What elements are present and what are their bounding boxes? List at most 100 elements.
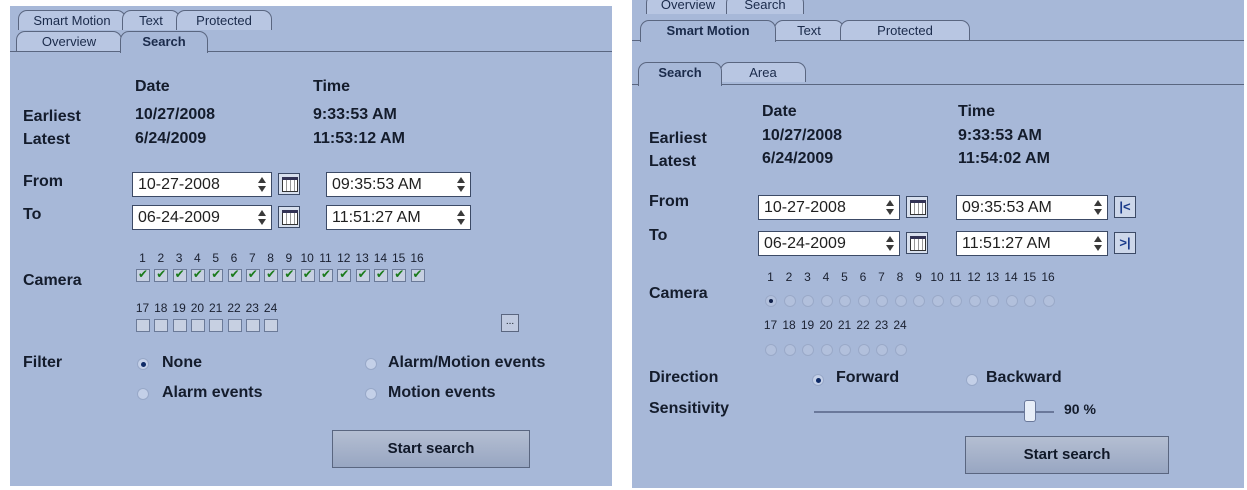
- camera-checkbox-21[interactable]: [209, 319, 224, 332]
- camera-checkbox-2[interactable]: [154, 267, 169, 282]
- filter-alarm-radio[interactable]: [137, 388, 149, 400]
- camera-radio-10[interactable]: [931, 295, 944, 307]
- to-date-field[interactable]: 06-24-2009: [132, 205, 272, 230]
- camera-radio-2[interactable]: [783, 295, 796, 307]
- camera-radio-16[interactable]: [1042, 295, 1055, 307]
- more-cameras-button[interactable]: ...: [501, 314, 519, 332]
- camera-checkbox-17[interactable]: [136, 319, 150, 332]
- spin-icon[interactable]: [257, 176, 268, 193]
- camera-radio-1[interactable]: [765, 295, 777, 307]
- camera-radio-3[interactable]: [802, 295, 814, 307]
- camera-checkbox-16[interactable]: [410, 267, 425, 282]
- tab-text[interactable]: Text: [774, 20, 844, 40]
- tab-overview[interactable]: Overview: [16, 31, 122, 51]
- spin-icon[interactable]: [1093, 235, 1104, 252]
- camera-radio-12[interactable]: [968, 295, 981, 307]
- sensitivity-slider-track[interactable]: [814, 411, 1054, 413]
- camera-radio-14[interactable]: [1005, 295, 1018, 307]
- camera-number-13: 13: [985, 270, 1000, 284]
- spin-icon[interactable]: [1093, 199, 1104, 216]
- sensitivity-slider-thumb[interactable]: [1024, 400, 1036, 422]
- camera-radio-4[interactable]: [820, 295, 833, 307]
- camera-radio-5[interactable]: [839, 295, 851, 307]
- tab-smart-motion[interactable]: Smart Motion: [18, 10, 126, 30]
- camera-radio-11[interactable]: [950, 295, 962, 307]
- camera-checkbox-6[interactable]: [227, 267, 242, 282]
- camera-radio-15[interactable]: [1024, 295, 1036, 307]
- spin-icon[interactable]: [257, 209, 268, 226]
- from-time-field[interactable]: 09:35:53 AM: [956, 195, 1108, 220]
- camera-radio-23[interactable]: [876, 344, 888, 356]
- camera-checkbox-19[interactable]: [172, 319, 187, 332]
- filter-none-radio[interactable]: [137, 358, 149, 370]
- filter-label: Filter: [23, 354, 63, 371]
- subtab-divider: [632, 84, 1244, 85]
- camera-checkbox-5[interactable]: [209, 267, 224, 282]
- camera-radio-17[interactable]: [765, 344, 777, 356]
- subtab-search[interactable]: Search: [638, 62, 722, 86]
- spin-icon[interactable]: [456, 209, 467, 226]
- camera-checkbox-22[interactable]: [227, 319, 242, 332]
- tab-overview[interactable]: Overview: [646, 0, 730, 14]
- camera-checkbox-14[interactable]: [373, 267, 388, 282]
- camera-radio-19[interactable]: [802, 344, 814, 356]
- camera-checkbox-9[interactable]: [282, 267, 297, 282]
- subtab-area[interactable]: Area: [720, 62, 806, 82]
- camera-checkbox-1[interactable]: [136, 267, 150, 282]
- to-time-field[interactable]: 11:51:27 AM: [956, 231, 1108, 256]
- direction-backward-radio[interactable]: [966, 374, 978, 386]
- direction-forward-radio[interactable]: [812, 374, 824, 386]
- camera-checkbox-8[interactable]: [264, 267, 279, 282]
- tab-text[interactable]: Text: [122, 10, 180, 30]
- tab-smart-motion[interactable]: Smart Motion: [640, 20, 776, 42]
- camera-checkbox-4[interactable]: [190, 267, 205, 282]
- camera-radio-9[interactable]: [913, 295, 925, 307]
- camera-checkbox-20[interactable]: [190, 319, 205, 332]
- calendar-icon[interactable]: [906, 232, 928, 254]
- camera-checkbox-13[interactable]: [355, 267, 370, 282]
- calendar-icon[interactable]: [278, 173, 300, 195]
- camera-number-22: 22: [227, 301, 241, 315]
- camera-checkbox-24[interactable]: [264, 319, 279, 332]
- from-time-field[interactable]: 09:35:53 AM: [326, 172, 471, 197]
- camera-radio-13[interactable]: [987, 295, 999, 307]
- camera-checkbox-12[interactable]: [337, 267, 352, 282]
- date-header: Date: [135, 78, 170, 95]
- camera-radio-8[interactable]: [894, 295, 907, 307]
- spin-icon[interactable]: [885, 235, 896, 252]
- camera-radio-20[interactable]: [820, 344, 833, 356]
- jump-last-button[interactable]: >|: [1114, 232, 1136, 254]
- camera-checkbox-10[interactable]: [300, 267, 315, 282]
- camera-checkbox-7[interactable]: [245, 267, 260, 282]
- camera-checkbox-23[interactable]: [245, 319, 260, 332]
- tab-protected[interactable]: Protected: [840, 20, 970, 40]
- to-time-field[interactable]: 11:51:27 AM: [326, 205, 471, 230]
- tab-search[interactable]: Search: [120, 31, 208, 53]
- filter-motion-radio[interactable]: [365, 388, 377, 400]
- spin-icon[interactable]: [885, 199, 896, 216]
- camera-radio-22[interactable]: [857, 344, 870, 356]
- camera-radio-18[interactable]: [783, 344, 796, 356]
- calendar-icon[interactable]: [906, 196, 928, 218]
- tab-search[interactable]: Search: [726, 0, 804, 14]
- from-date-field[interactable]: 10-27-2008: [758, 195, 900, 220]
- start-search-button[interactable]: Start search: [332, 430, 530, 468]
- from-date-field[interactable]: 10-27-2008: [132, 172, 272, 197]
- to-date-field[interactable]: 06-24-2009: [758, 231, 900, 256]
- camera-checkbox-18[interactable]: [154, 319, 169, 332]
- camera-radio-24[interactable]: [894, 344, 907, 356]
- camera-number-20: 20: [819, 318, 833, 332]
- camera-radio-7[interactable]: [876, 295, 888, 307]
- filter-alarm-motion-radio[interactable]: [365, 358, 377, 370]
- camera-checkbox-15[interactable]: [392, 267, 407, 282]
- calendar-icon[interactable]: [278, 206, 300, 228]
- spin-icon[interactable]: [456, 176, 467, 193]
- filter-motion-label: Motion events: [388, 384, 496, 401]
- camera-radio-6[interactable]: [857, 295, 870, 307]
- camera-checkbox-3[interactable]: [172, 267, 187, 282]
- camera-radio-21[interactable]: [839, 344, 851, 356]
- tab-protected[interactable]: Protected: [176, 10, 272, 30]
- camera-checkbox-11[interactable]: [319, 267, 333, 282]
- jump-first-button[interactable]: |<: [1114, 196, 1136, 218]
- start-search-button[interactable]: Start search: [965, 436, 1169, 474]
